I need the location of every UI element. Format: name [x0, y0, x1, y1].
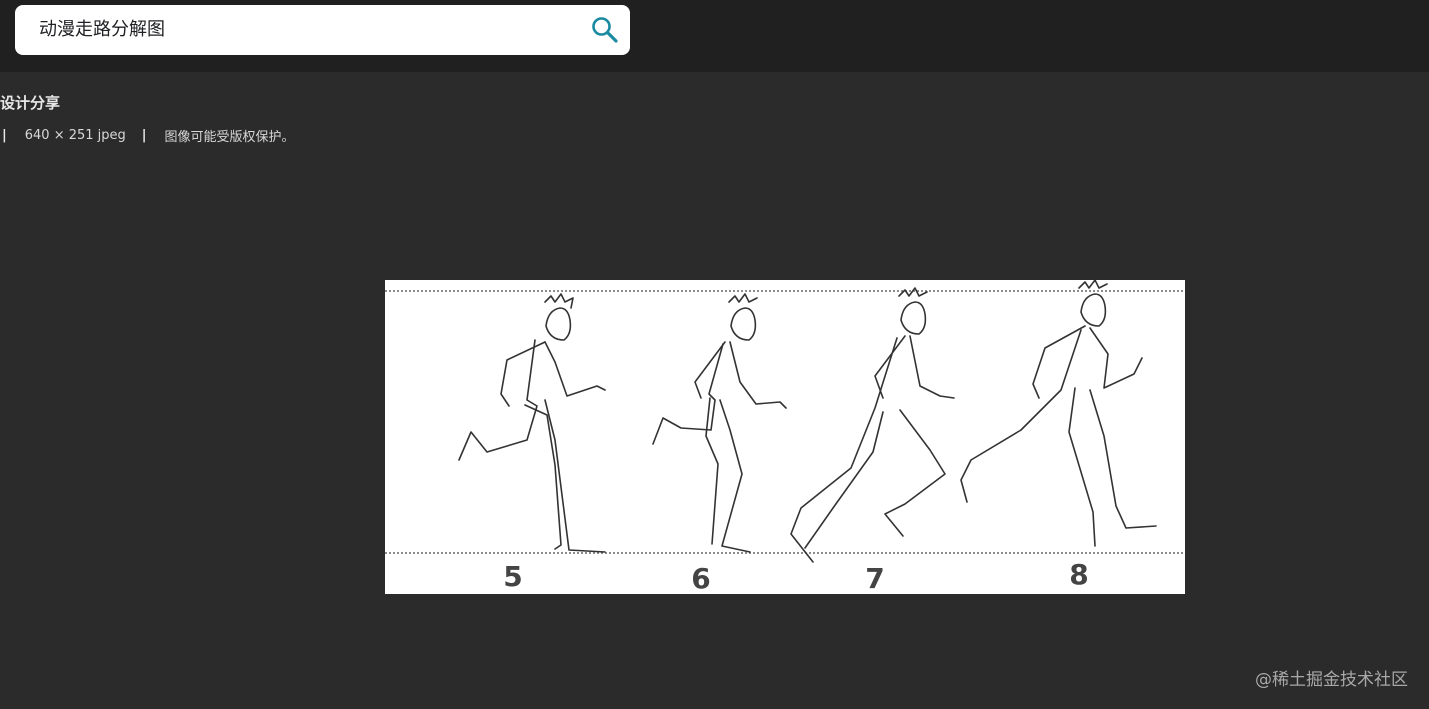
frame-label: 6: [691, 562, 710, 594]
runner-figure: [790, 287, 955, 563]
runner-figure: [652, 293, 787, 553]
frame-label: 8: [1069, 558, 1088, 591]
search-input[interactable]: [39, 5, 579, 55]
result-title[interactable]: 设计分享: [0, 92, 60, 114]
search-box[interactable]: [15, 5, 630, 55]
image-preview[interactable]: 5 6 7 8: [385, 280, 1185, 594]
frame-label: 5: [503, 560, 522, 593]
meta-separator: |: [2, 127, 7, 143]
walk-cycle-sketch: 5 6 7 8: [385, 280, 1185, 594]
watermark: @稀土掘金技术社区: [1255, 670, 1408, 690]
copyright-notice: 图像可能受版权保护。: [164, 129, 295, 145]
search-button[interactable]: [590, 15, 620, 45]
frame-label: 7: [865, 562, 884, 594]
search-icon: [592, 17, 618, 43]
meta-separator: |: [141, 127, 147, 143]
runner-figure: [960, 280, 1157, 547]
runner-figure: [458, 293, 606, 553]
image-meta: | 640 × 251 jpeg | 图像可能受版权保护。: [0, 126, 295, 145]
top-bar: [0, 0, 1429, 72]
image-dimensions: 640 × 251 jpeg: [24, 127, 126, 143]
